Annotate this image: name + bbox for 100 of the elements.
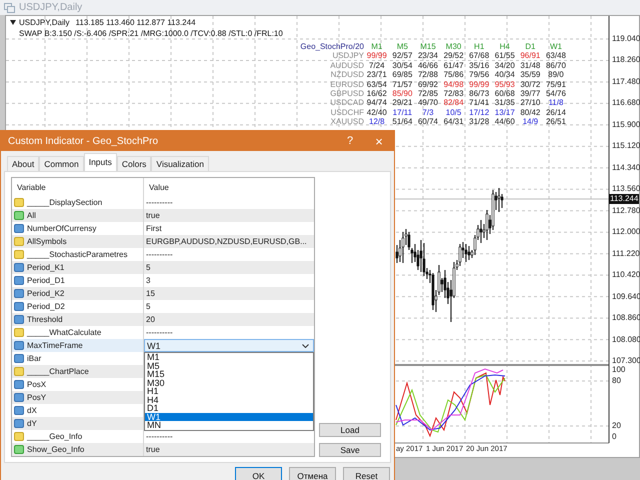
stochastic-value: 17/12 bbox=[469, 108, 490, 118]
stochastic-value: 29/21 bbox=[392, 98, 412, 108]
collapse-arrow-icon[interactable] bbox=[10, 20, 16, 25]
stochastic-value: 29/52 bbox=[444, 51, 464, 61]
tab[interactable]: About bbox=[7, 156, 40, 171]
variable-value: ---------- bbox=[146, 432, 173, 441]
dropdown-option[interactable]: MN bbox=[145, 421, 313, 430]
swap-info: SWAP B:3.150 /S:-6.406 /SPR:21 /MRG:1000.0 /TCV:0.88 /STL:0 /FRL:10 bbox=[19, 28, 283, 39]
dialog-button[interactable]: Отмена bbox=[289, 467, 336, 480]
stochastic-value: 63/48 bbox=[546, 51, 566, 61]
chart-window-icon bbox=[4, 2, 15, 12]
input-row[interactable]: Show_Geo_Info true bbox=[12, 443, 314, 456]
stochastic-value: 71/41 bbox=[469, 98, 490, 108]
indicator-level-label: 80 bbox=[612, 376, 621, 386]
column-header: Variable bbox=[16, 182, 47, 192]
tab[interactable]: Common bbox=[39, 156, 84, 171]
stochastic-value: 17/11 bbox=[392, 108, 412, 118]
dropdown-option[interactable]: M1 bbox=[145, 353, 313, 362]
input-row[interactable]: Period_K2 15 bbox=[12, 287, 314, 300]
variable-name: PosY bbox=[27, 393, 46, 402]
dropdown-option[interactable]: M30 bbox=[145, 378, 313, 387]
caret-icon bbox=[302, 344, 309, 348]
variable-value: 3 bbox=[146, 276, 150, 285]
stochastic-value: 51/64 bbox=[392, 117, 412, 127]
dropdown-option[interactable]: W1 bbox=[145, 412, 313, 421]
stochastic-value: 23/71 bbox=[366, 70, 387, 80]
stochastic-value: 75/91 bbox=[546, 80, 566, 90]
stochastic-value: 31/48 bbox=[520, 60, 540, 70]
stochastic-value: 63/54 bbox=[366, 80, 387, 90]
timeframe-dropdown[interactable]: W1 bbox=[144, 339, 314, 352]
side-button[interactable]: Save bbox=[319, 443, 381, 457]
stochastic-value: 95/93 bbox=[494, 80, 515, 90]
dropdown-option[interactable]: M15 bbox=[145, 370, 313, 378]
input-row[interactable]: All true bbox=[12, 209, 314, 222]
dropdown-option[interactable]: H4 bbox=[145, 396, 313, 404]
tab[interactable]: Visualization bbox=[151, 156, 209, 171]
chart-prices: 113.185 113.460 112.877 113.244 bbox=[76, 17, 196, 28]
stochastic-value: 7/3 bbox=[422, 108, 434, 118]
dialog-button[interactable]: OK bbox=[235, 467, 282, 480]
stochastic-value: 72/88 bbox=[418, 70, 438, 80]
stochastic-value: 34/20 bbox=[494, 60, 515, 70]
tab[interactable]: Colors bbox=[116, 156, 152, 171]
stochastic-value: 11/8 bbox=[548, 98, 564, 108]
variable-name: PosX bbox=[27, 380, 46, 389]
dropdown-option[interactable]: M5 bbox=[145, 362, 313, 370]
dropdown-option[interactable]: D1 bbox=[145, 404, 313, 412]
variable-name: _____StochasticParametres bbox=[27, 250, 128, 259]
timeframe-header: M5 bbox=[396, 42, 408, 52]
symbol-label: USDCAD bbox=[330, 98, 364, 108]
dialog-button[interactable]: Reset bbox=[343, 467, 390, 480]
variable-value: 5 bbox=[146, 263, 150, 272]
symbol-label: USDCHF bbox=[330, 108, 364, 118]
timeframe-header: M30 bbox=[446, 42, 462, 52]
stochastic-value: 72/85 bbox=[418, 89, 438, 98]
stochastic-value: 61/55 bbox=[494, 51, 515, 61]
price-label: 117.480 bbox=[612, 76, 640, 87]
variable-name: AllSymbols bbox=[27, 237, 67, 246]
indicator-level-label: 0 bbox=[612, 432, 616, 442]
stochastic-value: 31/28 bbox=[469, 117, 490, 127]
variable-value: ---------- bbox=[146, 328, 173, 337]
variable-name: MaxTimeFrame bbox=[27, 341, 83, 350]
indicator-level-label: 20 bbox=[612, 421, 621, 431]
window-title: USDJPY,Daily bbox=[19, 2, 82, 13]
input-row[interactable]: AllSymbols EURGBP,AUDUSD,NZDUSD,EURUSD,GB... bbox=[12, 235, 314, 248]
stochastic-value: 86/73 bbox=[469, 89, 490, 98]
variable-name: Period_D1 bbox=[27, 276, 65, 285]
boolean-type-icon bbox=[14, 211, 24, 220]
symbol-label: AUDUSD bbox=[330, 60, 364, 70]
input-row[interactable]: Period_K1 5 bbox=[12, 261, 314, 274]
dialog-title: Custom Indicator - Geo_StochPro bbox=[8, 136, 160, 146]
stochastic-value: 27/10 bbox=[520, 98, 540, 108]
stochastic-value: 64/31 bbox=[444, 117, 464, 127]
variable-name: Threshold bbox=[27, 315, 63, 324]
variable-name: _____DisplaySection bbox=[27, 198, 102, 207]
current-price-tag: 113.244 bbox=[609, 194, 640, 204]
variable-name: NumberOfCurrensy bbox=[27, 224, 96, 233]
stochastic-value: 54/76 bbox=[546, 89, 566, 98]
stochastic-value: 89/0 bbox=[548, 70, 564, 80]
stochastic-value: 7/24 bbox=[369, 60, 385, 70]
input-row[interactable]: Threshold 20 bbox=[12, 313, 314, 326]
side-button[interactable]: Load bbox=[319, 423, 381, 437]
price-label: 114.340 bbox=[612, 162, 640, 173]
chart-symbol: USDJPY,Daily bbox=[19, 17, 70, 28]
stochastic-value: 96/91 bbox=[520, 51, 540, 61]
tab[interactable]: Inputs bbox=[84, 153, 117, 171]
stochastic-value: 39/77 bbox=[520, 89, 540, 98]
text-type-icon bbox=[14, 432, 24, 441]
stochastic-value: 82/84 bbox=[444, 98, 464, 108]
price-label: 112.780 bbox=[612, 206, 640, 216]
stochastic-value: 94/74 bbox=[366, 98, 387, 108]
variable-name: Period_K1 bbox=[27, 263, 64, 272]
timeframe-header: W1 bbox=[550, 42, 562, 52]
stochastic-value: 75/86 bbox=[444, 70, 464, 80]
symbol-label: EURUSD bbox=[330, 80, 364, 90]
dropdown-option[interactable]: H1 bbox=[145, 387, 313, 396]
stochastic-value: 71/57 bbox=[392, 80, 412, 90]
stochastic-value: 35/59 bbox=[520, 70, 540, 80]
variable-name: Period_K2 bbox=[27, 289, 64, 298]
stochastic-value: 44/60 bbox=[494, 117, 515, 127]
stochastic-value: 72/83 bbox=[444, 89, 464, 98]
